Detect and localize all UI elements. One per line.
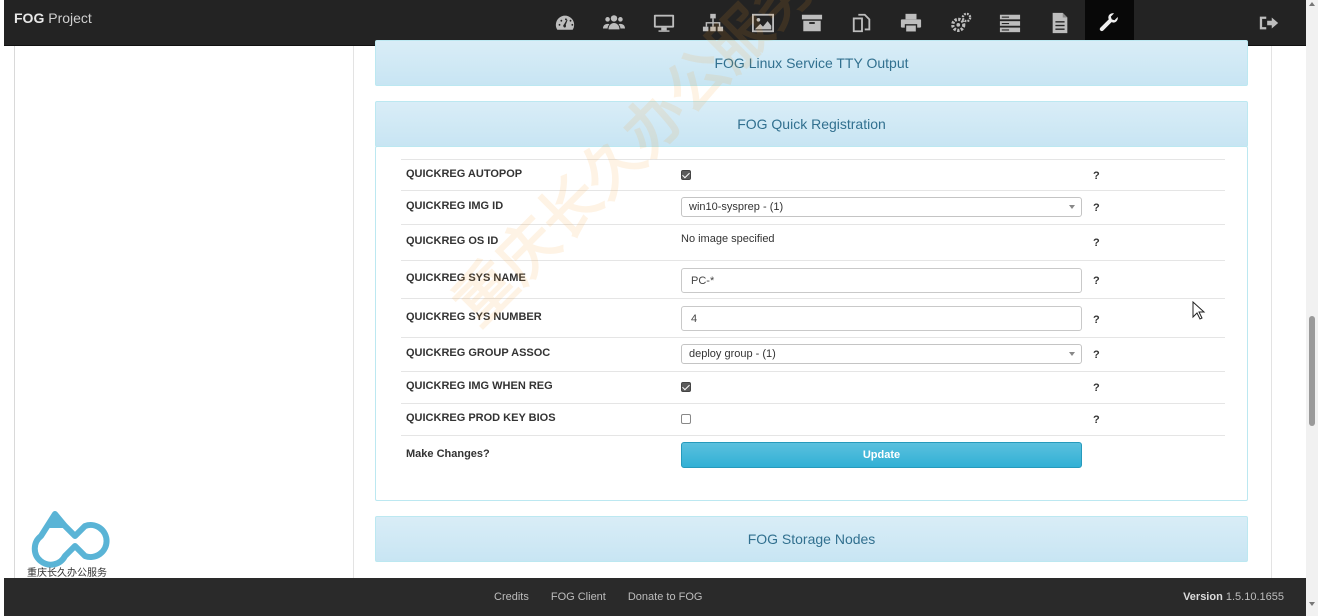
company-logo: [31, 511, 110, 568]
quick-registration-heading[interactable]: FOG Quick Registration: [375, 101, 1248, 147]
footer-links: Credits FOG Client Donate to FOG: [494, 591, 702, 603]
version-info: Version 1.5.10.1655: [1183, 591, 1284, 603]
credits-link[interactable]: Credits: [494, 591, 529, 603]
footer: Credits FOG Client Donate to FOG Version…: [4, 578, 1306, 616]
prod-key-bios-checkbox[interactable]: [681, 414, 691, 424]
sys-number-input[interactable]: 4: [681, 306, 1082, 331]
prod-key-bios-help[interactable]: ?: [1093, 414, 1100, 426]
version-value: 1.5.10.1655: [1225, 591, 1284, 603]
brand-rest: Project: [44, 10, 92, 26]
fog-client-link[interactable]: FOG Client: [551, 591, 606, 603]
storage-nodes-heading[interactable]: FOG Storage Nodes: [375, 516, 1248, 562]
brand-bold: FOG: [14, 10, 45, 26]
group-assoc-select[interactable]: deploy group - (1): [681, 344, 1082, 364]
mouse-cursor-icon: [1192, 301, 1206, 320]
sys-name-input[interactable]: PC-*: [681, 268, 1082, 293]
logout-icon[interactable]: [1258, 12, 1280, 34]
img-id-help[interactable]: ?: [1093, 202, 1100, 214]
prod-key-bios-row: QUICKREG PROD KEY BIOS ?: [401, 403, 1225, 435]
group-assoc-value: deploy group - (1): [689, 348, 776, 360]
autopop-checkbox[interactable]: [681, 170, 691, 180]
os-id-value: No image specified: [681, 233, 775, 245]
vertical-scrollbar[interactable]: [1306, 0, 1318, 616]
autopop-help[interactable]: ?: [1093, 170, 1100, 182]
img-when-reg-label: QUICKREG IMG WHEN REG: [406, 380, 553, 392]
scroll-down-arrow-icon[interactable]: [1309, 602, 1315, 606]
prod-key-bios-label: QUICKREG PROD KEY BIOS: [406, 412, 556, 424]
group-assoc-label: QUICKREG GROUP ASSOC: [406, 347, 551, 359]
chevron-down-icon: [1069, 352, 1075, 356]
group-assoc-help[interactable]: ?: [1093, 349, 1100, 361]
sys-name-help[interactable]: ?: [1093, 275, 1100, 287]
scrollbar-thumb[interactable]: [1309, 316, 1315, 426]
left-sidebar: 重庆长久办公服务: [14, 46, 354, 579]
img-when-reg-help[interactable]: ?: [1093, 382, 1100, 394]
chevron-down-icon: [1069, 205, 1075, 209]
donate-link[interactable]: Donate to FOG: [628, 591, 703, 603]
make-changes-row: Make Changes? Update: [401, 435, 1225, 475]
logo-text: 重庆长久办公服务: [27, 568, 107, 579]
sys-number-help[interactable]: ?: [1093, 314, 1100, 326]
os-id-help[interactable]: ?: [1093, 237, 1100, 249]
brand-link[interactable]: FOG Project: [14, 10, 92, 26]
autopop-label: QUICKREG AUTOPOP: [406, 168, 523, 180]
img-when-reg-checkbox[interactable]: [681, 382, 691, 392]
version-label: Version: [1183, 591, 1223, 603]
img-id-select[interactable]: win10-sysprep - (1): [681, 197, 1082, 217]
group-assoc-row: QUICKREG GROUP ASSOC deploy group - (1) …: [401, 337, 1225, 371]
img-when-reg-row: QUICKREG IMG WHEN REG ?: [401, 371, 1225, 403]
img-id-label: QUICKREG IMG ID: [406, 200, 504, 212]
tty-output-heading[interactable]: FOG Linux Service TTY Output: [375, 40, 1248, 86]
update-button[interactable]: Update: [681, 442, 1082, 468]
img-id-value: win10-sysprep - (1): [689, 201, 784, 213]
make-changes-label: Make Changes?: [406, 448, 490, 460]
scroll-up-arrow-icon[interactable]: [1309, 2, 1315, 6]
